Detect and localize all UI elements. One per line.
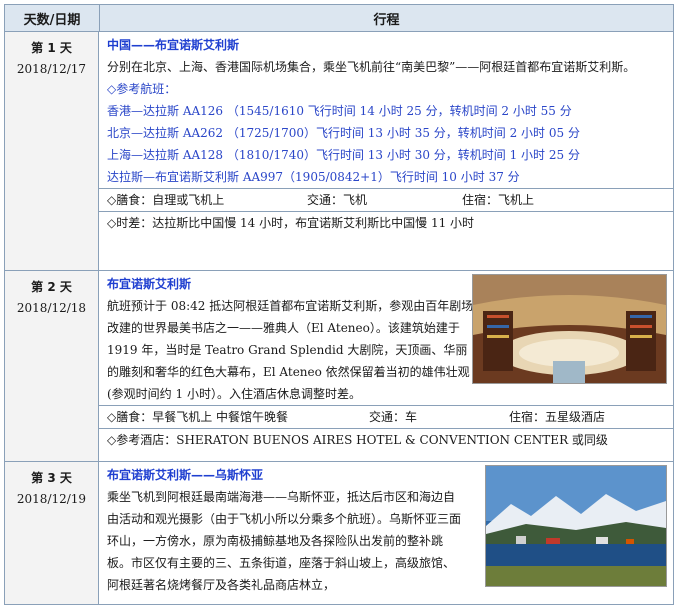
day-cell: 第 3 天 2018/12/19 [5, 462, 99, 604]
day-number: 第 3 天 [31, 471, 72, 485]
day-number: 第 2 天 [31, 280, 72, 294]
itinerary-cell: 布宜诺斯艾利斯 航班预计于 08:42 抵达阿根廷首都布宜诺斯艾利斯，参观由百年… [99, 271, 673, 461]
day-date: 2018/12/19 [16, 492, 87, 506]
day-date: 2018/12/18 [16, 301, 87, 315]
day-number: 第 1 天 [31, 41, 72, 55]
flight-header: ◇参考航班： [107, 82, 177, 96]
day-row-1: 第 1 天 2018/12/17 中国——布宜诺斯艾利斯 分别在北京、上海、香港… [5, 32, 673, 271]
day-row-2: 第 2 天 2018/12/18 布宜诺斯艾利斯 航班预计于 08:42 抵达阿… [5, 271, 673, 462]
flight-item: 北京—达拉斯 AA262 （1725/1700）飞行时间 13 小时 35 分，… [107, 126, 580, 140]
ref-hotel-line: ◇参考酒店：SHERATON BUENOS AIRES HOTEL & CONV… [99, 428, 673, 451]
table-header: 天数/日期 行程 [5, 5, 673, 32]
meals-line: ◇膳食：自理或飞机上 交通：飞机 住宿：飞机上 [99, 188, 673, 211]
timediff-line: ◇时差：达拉斯比中国慢 14 小时，布宜诺斯艾利斯比中国慢 11 小时 [99, 211, 673, 234]
transport-info: 交通：飞机 [307, 193, 368, 207]
hotel-info: 住宿：飞机上 [462, 193, 535, 207]
col-header-day: 天数/日期 [5, 5, 100, 31]
route-title: 中国——布宜诺斯艾利斯 [107, 38, 240, 52]
day-cell: 第 1 天 2018/12/17 [5, 32, 99, 270]
itinerary-table: 天数/日期 行程 第 1 天 2018/12/17 中国——布宜诺斯艾利斯 分别… [4, 4, 674, 605]
meals-info: ◇膳食：自理或飞机上 [107, 193, 225, 207]
col-header-itinerary: 行程 [373, 12, 400, 28]
flight-item: 上海—达拉斯 AA128 （1810/1740）飞行时间 13 小时 30 分，… [107, 148, 580, 162]
meals-info: ◇膳食：早餐飞机上 中餐馆午晚餐 [107, 410, 289, 424]
hotel-info: 住宿：五星级酒店 [509, 410, 606, 424]
day-row-3: 第 3 天 2018/12/19 布宜诺斯艾利斯——乌斯怀亚 乘坐飞机到阿根廷最… [5, 462, 673, 604]
day-date: 2018/12/17 [16, 62, 87, 76]
day-description: 航班预计于 08:42 抵达阿根廷首都布宜诺斯艾利斯，参观由百年剧场改建的世界最… [107, 299, 474, 401]
day-description: 分别在北京、上海、香港国际机场集合，乘坐飞机前往“南美巴黎”——阿根廷首都布宜诺… [107, 60, 636, 74]
harbor-photo [485, 465, 667, 587]
meals-line: ◇膳食：早餐飞机上 中餐馆午晚餐 交通：车 住宿：五星级酒店 [99, 405, 673, 428]
itinerary-cell: 布宜诺斯艾利斯——乌斯怀亚 乘坐飞机到阿根廷最南端海港——乌斯怀亚，抵达后市区和… [99, 462, 673, 604]
bookstore-photo [472, 274, 667, 384]
transport-info: 交通：车 [369, 410, 418, 424]
day-description: 乘坐飞机到阿根廷最南端海港——乌斯怀亚，抵达后市区和海边自由活动和观光摄影（由于… [107, 490, 462, 592]
flight-item: 香港—达拉斯 AA126 （1545/1610 飞行时间 14 小时 25 分，… [107, 104, 572, 118]
itinerary-cell: 中国——布宜诺斯艾利斯 分别在北京、上海、香港国际机场集合，乘坐飞机前往“南美巴… [99, 32, 673, 270]
flight-item: 达拉斯—布宜诺斯艾利斯 AA997（1905/0842+1）飞行时间 10 小时… [107, 170, 520, 184]
day-cell: 第 2 天 2018/12/18 [5, 271, 99, 461]
